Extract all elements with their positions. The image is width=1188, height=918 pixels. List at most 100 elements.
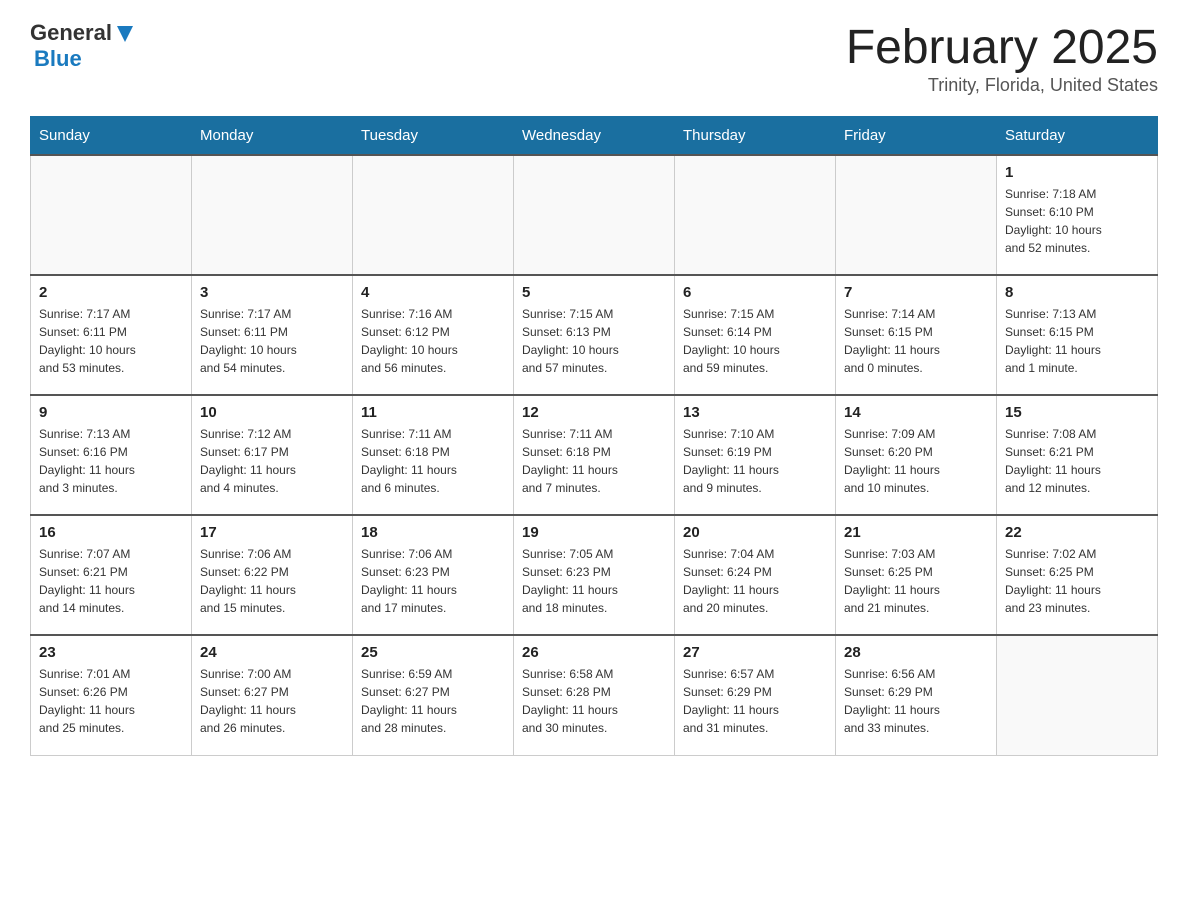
calendar-cell: 17 Sunrise: 7:06 AMSunset: 6:22 PMDayligh… — [192, 515, 353, 635]
calendar-cell: 10 Sunrise: 7:12 AMSunset: 6:17 PMDayligh… — [192, 395, 353, 515]
day-info: Sunrise: 7:08 AMSunset: 6:21 PMDaylight:… — [1005, 425, 1149, 497]
calendar-cell: 12Sunrise: 7:11 AMSunset: 6:18 PMDayligh… — [514, 395, 675, 515]
calendar-cell — [675, 155, 836, 275]
calendar-cell: 23 Sunrise: 7:01 AMSunset: 6:26 PMDayligh… — [31, 635, 192, 755]
day-number: 2 — [39, 284, 183, 301]
day-info: Sunrise: 7:09 AMSunset: 6:20 PMDaylight:… — [844, 425, 988, 497]
calendar-cell: 16 Sunrise: 7:07 AMSunset: 6:21 PMDayligh… — [31, 515, 192, 635]
day-info: Sunrise: 7:13 AMSunset: 6:16 PMDaylight:… — [39, 425, 183, 497]
day-number: 28 — [844, 644, 988, 661]
logo-general: General — [30, 20, 112, 46]
calendar-week-row: 9 Sunrise: 7:13 AMSunset: 6:16 PMDaylight… — [31, 395, 1158, 515]
calendar-title: February 2025 — [846, 20, 1158, 75]
calendar-cell: 27 Sunrise: 6:57 AMSunset: 6:29 PMDayligh… — [675, 635, 836, 755]
day-number: 24 — [200, 644, 344, 661]
calendar-header-row: SundayMondayTuesdayWednesdayThursdayFrid… — [31, 117, 1158, 156]
day-info: Sunrise: 7:15 AMSunset: 6:13 PMDaylight:… — [522, 305, 666, 377]
calendar-cell: 24 Sunrise: 7:00 AMSunset: 6:27 PMDayligh… — [192, 635, 353, 755]
calendar-cell — [514, 155, 675, 275]
day-info: Sunrise: 7:01 AMSunset: 6:26 PMDaylight:… — [39, 665, 183, 737]
logo: General Blue — [30, 20, 136, 72]
day-info: Sunrise: 7:12 AMSunset: 6:17 PMDaylight:… — [200, 425, 344, 497]
day-info: Sunrise: 7:15 AMSunset: 6:14 PMDaylight:… — [683, 305, 827, 377]
day-number: 9 — [39, 404, 183, 421]
day-number: 10 — [200, 404, 344, 421]
calendar-cell: 4Sunrise: 7:16 AMSunset: 6:12 PMDaylight… — [353, 275, 514, 395]
day-number: 16 — [39, 524, 183, 541]
calendar-cell: 14 Sunrise: 7:09 AMSunset: 6:20 PMDayligh… — [836, 395, 997, 515]
day-number: 6 — [683, 284, 827, 301]
day-info: Sunrise: 7:06 AMSunset: 6:23 PMDaylight:… — [361, 545, 505, 617]
day-number: 21 — [844, 524, 988, 541]
calendar-table: SundayMondayTuesdayWednesdayThursdayFrid… — [30, 116, 1158, 756]
day-info: Sunrise: 7:17 AMSunset: 6:11 PMDaylight:… — [200, 305, 344, 377]
day-info: Sunrise: 7:07 AMSunset: 6:21 PMDaylight:… — [39, 545, 183, 617]
logo-blue: Blue — [34, 46, 82, 71]
day-info: Sunrise: 7:03 AMSunset: 6:25 PMDaylight:… — [844, 545, 988, 617]
calendar-cell: 22 Sunrise: 7:02 AMSunset: 6:25 PMDayligh… — [997, 515, 1158, 635]
day-number: 5 — [522, 284, 666, 301]
calendar-cell: 11Sunrise: 7:11 AMSunset: 6:18 PMDayligh… — [353, 395, 514, 515]
day-of-week-header: Thursday — [675, 117, 836, 156]
day-number: 23 — [39, 644, 183, 661]
day-info: Sunrise: 7:18 AMSunset: 6:10 PMDaylight:… — [1005, 185, 1149, 257]
calendar-cell: 2 Sunrise: 7:17 AMSunset: 6:11 PMDaylight… — [31, 275, 192, 395]
calendar-week-row: 16 Sunrise: 7:07 AMSunset: 6:21 PMDayligh… — [31, 515, 1158, 635]
logo-arrow-icon — [114, 22, 136, 44]
calendar-cell: 3Sunrise: 7:17 AMSunset: 6:11 PMDaylight… — [192, 275, 353, 395]
day-of-week-header: Sunday — [31, 117, 192, 156]
day-number: 17 — [200, 524, 344, 541]
calendar-cell — [192, 155, 353, 275]
day-number: 13 — [683, 404, 827, 421]
calendar-cell: 13 Sunrise: 7:10 AMSunset: 6:19 PMDayligh… — [675, 395, 836, 515]
day-of-week-header: Monday — [192, 117, 353, 156]
day-of-week-header: Wednesday — [514, 117, 675, 156]
day-info: Sunrise: 7:05 AMSunset: 6:23 PMDaylight:… — [522, 545, 666, 617]
day-number: 27 — [683, 644, 827, 661]
calendar-week-row: 23 Sunrise: 7:01 AMSunset: 6:26 PMDayligh… — [31, 635, 1158, 755]
day-number: 22 — [1005, 524, 1149, 541]
calendar-week-row: 2 Sunrise: 7:17 AMSunset: 6:11 PMDaylight… — [31, 275, 1158, 395]
day-info: Sunrise: 7:17 AMSunset: 6:11 PMDaylight:… — [39, 305, 183, 377]
day-number: 11 — [361, 404, 505, 421]
calendar-cell: 5 Sunrise: 7:15 AMSunset: 6:13 PMDaylight… — [514, 275, 675, 395]
calendar-cell: 28 Sunrise: 6:56 AMSunset: 6:29 PMDayligh… — [836, 635, 997, 755]
day-number: 12 — [522, 404, 666, 421]
calendar-cell — [353, 155, 514, 275]
day-info: Sunrise: 7:14 AMSunset: 6:15 PMDaylight:… — [844, 305, 988, 377]
calendar-cell: 7 Sunrise: 7:14 AMSunset: 6:15 PMDaylight… — [836, 275, 997, 395]
day-info: Sunrise: 6:57 AMSunset: 6:29 PMDaylight:… — [683, 665, 827, 737]
day-number: 8 — [1005, 284, 1149, 301]
day-number: 26 — [522, 644, 666, 661]
day-info: Sunrise: 7:06 AMSunset: 6:22 PMDaylight:… — [200, 545, 344, 617]
calendar-cell: 20 Sunrise: 7:04 AMSunset: 6:24 PMDayligh… — [675, 515, 836, 635]
day-number: 4 — [361, 284, 505, 301]
day-number: 14 — [844, 404, 988, 421]
day-info: Sunrise: 7:10 AMSunset: 6:19 PMDaylight:… — [683, 425, 827, 497]
day-of-week-header: Saturday — [997, 117, 1158, 156]
day-number: 1 — [1005, 164, 1149, 181]
calendar-cell: 15Sunrise: 7:08 AMSunset: 6:21 PMDayligh… — [997, 395, 1158, 515]
title-section: February 2025 Trinity, Florida, United S… — [846, 20, 1158, 96]
calendar-cell: 1 Sunrise: 7:18 AMSunset: 6:10 PMDaylight… — [997, 155, 1158, 275]
day-of-week-header: Friday — [836, 117, 997, 156]
calendar-subtitle: Trinity, Florida, United States — [846, 75, 1158, 96]
calendar-cell — [31, 155, 192, 275]
day-info: Sunrise: 7:04 AMSunset: 6:24 PMDaylight:… — [683, 545, 827, 617]
calendar-cell — [836, 155, 997, 275]
day-info: Sunrise: 6:58 AMSunset: 6:28 PMDaylight:… — [522, 665, 666, 737]
page-header: General Blue February 2025 Trinity, Flor… — [30, 20, 1158, 96]
calendar-cell: 19 Sunrise: 7:05 AMSunset: 6:23 PMDayligh… — [514, 515, 675, 635]
day-number: 18 — [361, 524, 505, 541]
day-info: Sunrise: 6:56 AMSunset: 6:29 PMDaylight:… — [844, 665, 988, 737]
day-number: 19 — [522, 524, 666, 541]
calendar-cell: 25Sunrise: 6:59 AMSunset: 6:27 PMDayligh… — [353, 635, 514, 755]
calendar-cell: 21 Sunrise: 7:03 AMSunset: 6:25 PMDayligh… — [836, 515, 997, 635]
day-number: 20 — [683, 524, 827, 541]
day-number: 7 — [844, 284, 988, 301]
calendar-cell: 18 Sunrise: 7:06 AMSunset: 6:23 PMDayligh… — [353, 515, 514, 635]
day-info: Sunrise: 7:02 AMSunset: 6:25 PMDaylight:… — [1005, 545, 1149, 617]
calendar-cell: 9 Sunrise: 7:13 AMSunset: 6:16 PMDaylight… — [31, 395, 192, 515]
day-info: Sunrise: 7:13 AMSunset: 6:15 PMDaylight:… — [1005, 305, 1149, 377]
day-info: Sunrise: 7:00 AMSunset: 6:27 PMDaylight:… — [200, 665, 344, 737]
